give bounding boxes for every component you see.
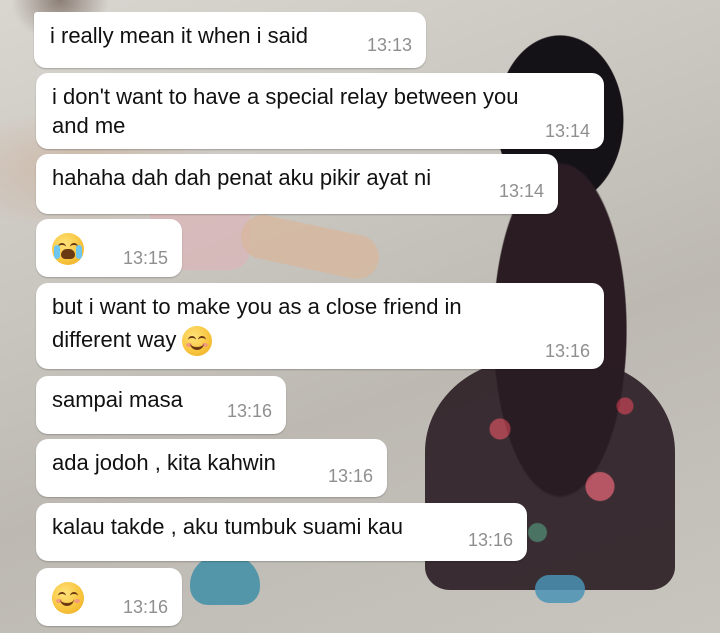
message-time: 13:16 — [544, 341, 590, 361]
message-bubble[interactable]: i really mean it when i said 13:13 — [34, 12, 426, 68]
relieved-smiling-face-emoji — [52, 582, 84, 614]
message-bubble[interactable]: hahaha dah dah penat aku pikir ayat ni 1… — [36, 154, 558, 214]
wallpaper-shoe — [535, 575, 585, 603]
message-bubble[interactable]: 13:16 — [36, 568, 182, 626]
loudly-crying-face-emoji — [52, 233, 84, 265]
wallpaper-shoe — [190, 555, 260, 605]
message-time: 13:16 — [467, 530, 513, 550]
smiling-face-emoji — [182, 326, 213, 357]
message-text: sampai masa — [52, 387, 183, 412]
message-bubble[interactable]: sampai masa 13:16 — [36, 376, 286, 434]
wallpaper-arm — [236, 210, 384, 284]
message-bubble[interactable]: 13:15 — [36, 219, 182, 277]
message-text-line2: different way — [52, 324, 213, 357]
message-text: hahaha dah dah penat aku pikir ayat ni — [52, 165, 432, 190]
message-bubble[interactable]: kalau takde , aku tumbuk suami kau 13:16 — [36, 503, 527, 561]
message-text: ada jodoh , kita kahwin — [52, 450, 276, 475]
message-time: 13:15 — [122, 248, 168, 268]
message-time: 13:13 — [366, 35, 412, 55]
message-text: different way — [52, 327, 177, 352]
message-text: and me — [52, 113, 126, 138]
message-bubble[interactable]: ada jodoh , kita kahwin 13:16 — [36, 439, 387, 497]
message-bubble[interactable]: i don't want to have a special relay bet… — [36, 73, 604, 149]
message-text: but i want to make you as a close friend… — [52, 294, 462, 319]
message-time: 13:16 — [122, 597, 168, 617]
message-time: 13:16 — [226, 401, 272, 421]
message-text: i really mean it when i said — [50, 23, 309, 48]
message-time: 13:14 — [544, 121, 590, 141]
message-time: 13:16 — [327, 466, 373, 486]
message-text: kalau takde , aku tumbuk suami kau — [52, 514, 403, 539]
message-text: i don't want to have a special relay bet… — [52, 84, 519, 109]
message-time: 13:14 — [498, 181, 544, 201]
message-bubble[interactable]: but i want to make you as a close friend… — [36, 283, 604, 369]
